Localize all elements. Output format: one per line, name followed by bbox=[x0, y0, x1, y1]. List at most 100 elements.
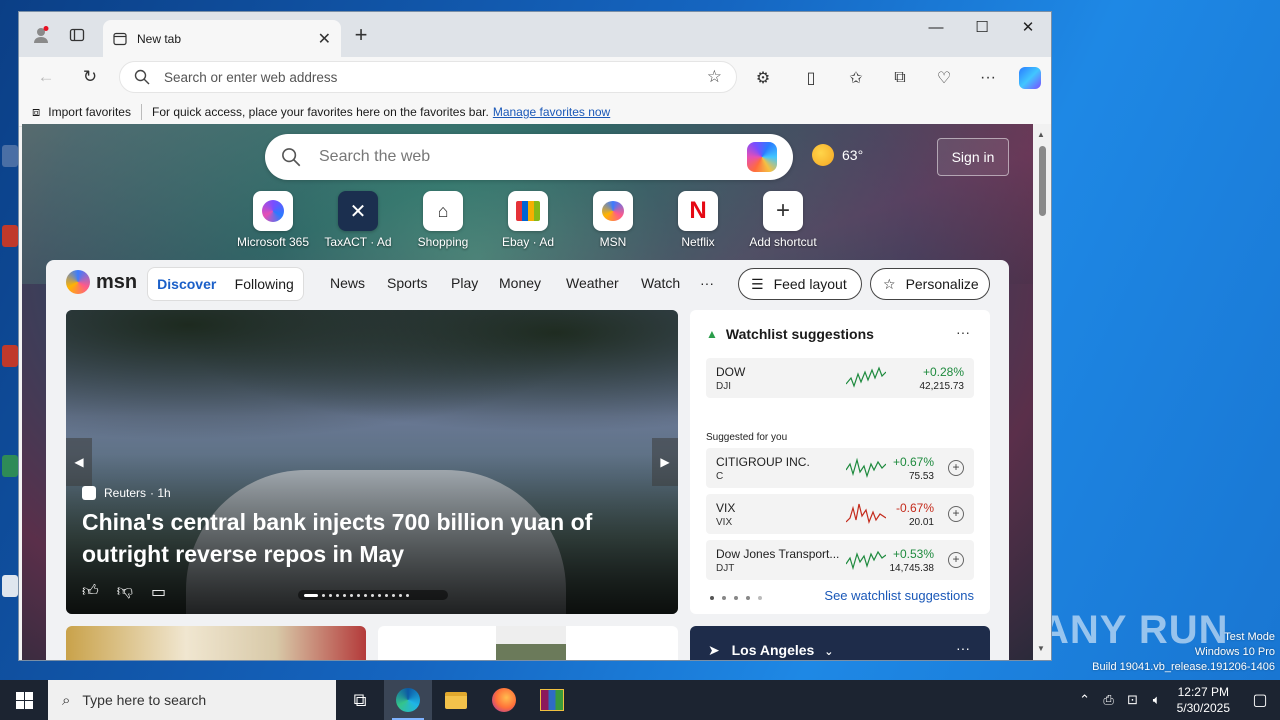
extensions-icon[interactable]: ⚙ bbox=[751, 66, 775, 90]
news-card[interactable] bbox=[66, 626, 366, 660]
start-button[interactable] bbox=[0, 680, 48, 720]
taskbar-edge[interactable] bbox=[384, 680, 432, 720]
stock-row[interactable]: VIX VIX -0.67% 20.01 + bbox=[706, 494, 974, 534]
minimize-button[interactable]: — bbox=[913, 12, 959, 42]
carousel-dot[interactable] bbox=[385, 593, 388, 597]
close-window-button[interactable]: ✕ bbox=[1005, 12, 1051, 42]
nav-sports[interactable]: Sports bbox=[387, 275, 427, 291]
hero-card[interactable]: ◀ ▶ Reuters · 1h China's central bank in… bbox=[66, 310, 678, 614]
address-bar[interactable]: Search or enter web address ☆ bbox=[119, 61, 737, 93]
stock-row[interactable]: Dow Jones Transport... DJT +0.53% 14,745… bbox=[706, 540, 974, 580]
weather-card[interactable]: ➤ Los Angeles ⌄ ··· bbox=[690, 626, 990, 660]
copilot-icon[interactable] bbox=[1018, 66, 1042, 90]
weather-widget[interactable]: 63° bbox=[812, 144, 863, 166]
see-watchlist-link[interactable]: See watchlist suggestions bbox=[824, 588, 974, 603]
page-dot[interactable] bbox=[710, 596, 714, 600]
page-dot[interactable] bbox=[758, 596, 762, 600]
feed-layout-button[interactable]: ☰ Feed layout bbox=[738, 268, 862, 300]
web-search-box[interactable]: Search the web bbox=[265, 134, 793, 180]
carousel-dot[interactable] bbox=[343, 593, 346, 597]
tab-discover[interactable]: Discover bbox=[148, 276, 226, 292]
tab-following[interactable]: Following bbox=[226, 276, 304, 292]
shortcut-add[interactable]: + Add shortcut bbox=[743, 191, 823, 249]
shortcut-shopping[interactable]: ⌂ Shopping bbox=[403, 191, 483, 249]
clock[interactable]: 12:27 PM 5/30/2025 bbox=[1177, 684, 1230, 716]
carousel-dot[interactable] bbox=[357, 593, 360, 597]
msn-logo[interactable]: msn bbox=[66, 270, 137, 294]
desktop-icon[interactable] bbox=[2, 345, 18, 367]
network-icon[interactable]: ⊡ bbox=[1121, 692, 1145, 708]
volume-icon[interactable]: 🔈︎ bbox=[1145, 692, 1169, 708]
desktop-icon[interactable] bbox=[2, 225, 18, 247]
carousel-dot-active[interactable] bbox=[304, 593, 318, 597]
add-to-watchlist-icon[interactable]: + bbox=[948, 460, 964, 476]
carousel-dot[interactable] bbox=[350, 593, 353, 597]
manage-favorites-link[interactable]: Manage favorites now bbox=[493, 105, 610, 119]
add-to-watchlist-icon[interactable]: + bbox=[948, 552, 964, 568]
shortcut-taxact[interactable]: ✕ TaxACT · Ad bbox=[318, 191, 398, 249]
news-card[interactable] bbox=[378, 626, 678, 660]
more-menu-icon[interactable]: ··· bbox=[976, 66, 1000, 90]
split-screen-icon[interactable]: ▯ bbox=[799, 66, 823, 90]
nav-more[interactable]: ··· bbox=[700, 275, 714, 291]
carousel-dot[interactable] bbox=[406, 593, 409, 597]
taskbar-firefox[interactable] bbox=[480, 680, 528, 720]
carousel-dot[interactable] bbox=[364, 593, 367, 597]
page-dot[interactable] bbox=[746, 596, 750, 600]
desktop-icon[interactable] bbox=[2, 145, 18, 167]
stock-row[interactable]: CITIGROUP INC. C +0.67% 75.53 + bbox=[706, 448, 974, 488]
carousel-dot[interactable] bbox=[322, 593, 325, 597]
carousel-dot[interactable] bbox=[371, 593, 374, 597]
taskbar-winrar[interactable] bbox=[528, 680, 576, 720]
task-view-button[interactable]: ⧉ bbox=[336, 680, 384, 720]
shortcut-microsoft365[interactable]: Microsoft 365 bbox=[233, 191, 313, 249]
taskbar-file-explorer[interactable] bbox=[432, 680, 480, 720]
carousel-dot[interactable] bbox=[336, 593, 339, 597]
thumbs-up-icon[interactable]: 👍︎ bbox=[82, 582, 99, 602]
prev-arrow[interactable]: ◀ bbox=[66, 438, 92, 486]
carousel-dot[interactable] bbox=[329, 593, 332, 597]
thumbs-down-icon[interactable]: 👎︎ bbox=[117, 582, 133, 602]
page-dot[interactable] bbox=[722, 596, 726, 600]
nav-play[interactable]: Play bbox=[451, 275, 478, 291]
notification-icon[interactable]: ▢ bbox=[1240, 690, 1280, 710]
more-options-icon[interactable]: ··· bbox=[956, 324, 970, 340]
scroll-thumb[interactable] bbox=[1039, 146, 1046, 216]
page-scrollbar[interactable]: ▲ ▼ bbox=[1033, 124, 1051, 660]
favorites-icon[interactable]: ✩ bbox=[844, 66, 868, 90]
device-icon[interactable]: ⎙ bbox=[1097, 692, 1121, 708]
more-options-icon[interactable]: ··· bbox=[956, 640, 970, 656]
carousel-dot[interactable] bbox=[392, 593, 395, 597]
shortcut-ebay[interactable]: Ebay · Ad bbox=[488, 191, 568, 249]
comment-icon[interactable]: ▭ bbox=[151, 582, 166, 602]
sign-in-button[interactable]: Sign in bbox=[937, 138, 1009, 176]
browser-essentials-icon[interactable]: ♡ bbox=[932, 66, 956, 90]
new-tab-button[interactable]: + bbox=[349, 24, 373, 46]
shortcut-netflix[interactable]: N Netflix bbox=[658, 191, 738, 249]
tab-actions-icon[interactable] bbox=[65, 23, 89, 47]
scroll-down-icon[interactable]: ▼ bbox=[1037, 644, 1045, 653]
next-arrow[interactable]: ▶ bbox=[652, 438, 678, 486]
carousel-dot[interactable] bbox=[399, 593, 402, 597]
personalize-button[interactable]: ☆ Personalize bbox=[870, 268, 990, 300]
profile-icon[interactable] bbox=[29, 23, 53, 47]
close-tab-icon[interactable]: ✕ bbox=[318, 29, 331, 49]
nav-weather[interactable]: Weather bbox=[566, 275, 619, 291]
collections-icon[interactable]: ⧉ bbox=[888, 66, 912, 90]
copilot-icon[interactable] bbox=[747, 142, 777, 172]
nav-watch[interactable]: Watch bbox=[641, 275, 680, 291]
chevron-up-icon[interactable]: ⌃ bbox=[1073, 692, 1097, 708]
scroll-up-icon[interactable]: ▲ bbox=[1037, 130, 1045, 139]
add-to-watchlist-icon[interactable]: + bbox=[948, 506, 964, 522]
maximize-button[interactable]: ☐ bbox=[959, 12, 1005, 42]
favorite-star-icon[interactable]: ☆ bbox=[707, 67, 722, 87]
nav-money[interactable]: Money bbox=[499, 275, 541, 291]
shortcut-msn[interactable]: MSN bbox=[573, 191, 653, 249]
desktop-icon[interactable] bbox=[2, 455, 18, 477]
weather-location[interactable]: ➤ Los Angeles ⌄ bbox=[708, 642, 833, 659]
taskbar-search[interactable]: ⌕ Type here to search bbox=[48, 680, 336, 720]
back-button[interactable]: ← bbox=[33, 65, 59, 89]
stock-row[interactable]: DOW DJI +0.28% 42,215.73 bbox=[706, 358, 974, 398]
desktop-icon[interactable] bbox=[2, 575, 18, 597]
page-dot[interactable] bbox=[734, 596, 738, 600]
